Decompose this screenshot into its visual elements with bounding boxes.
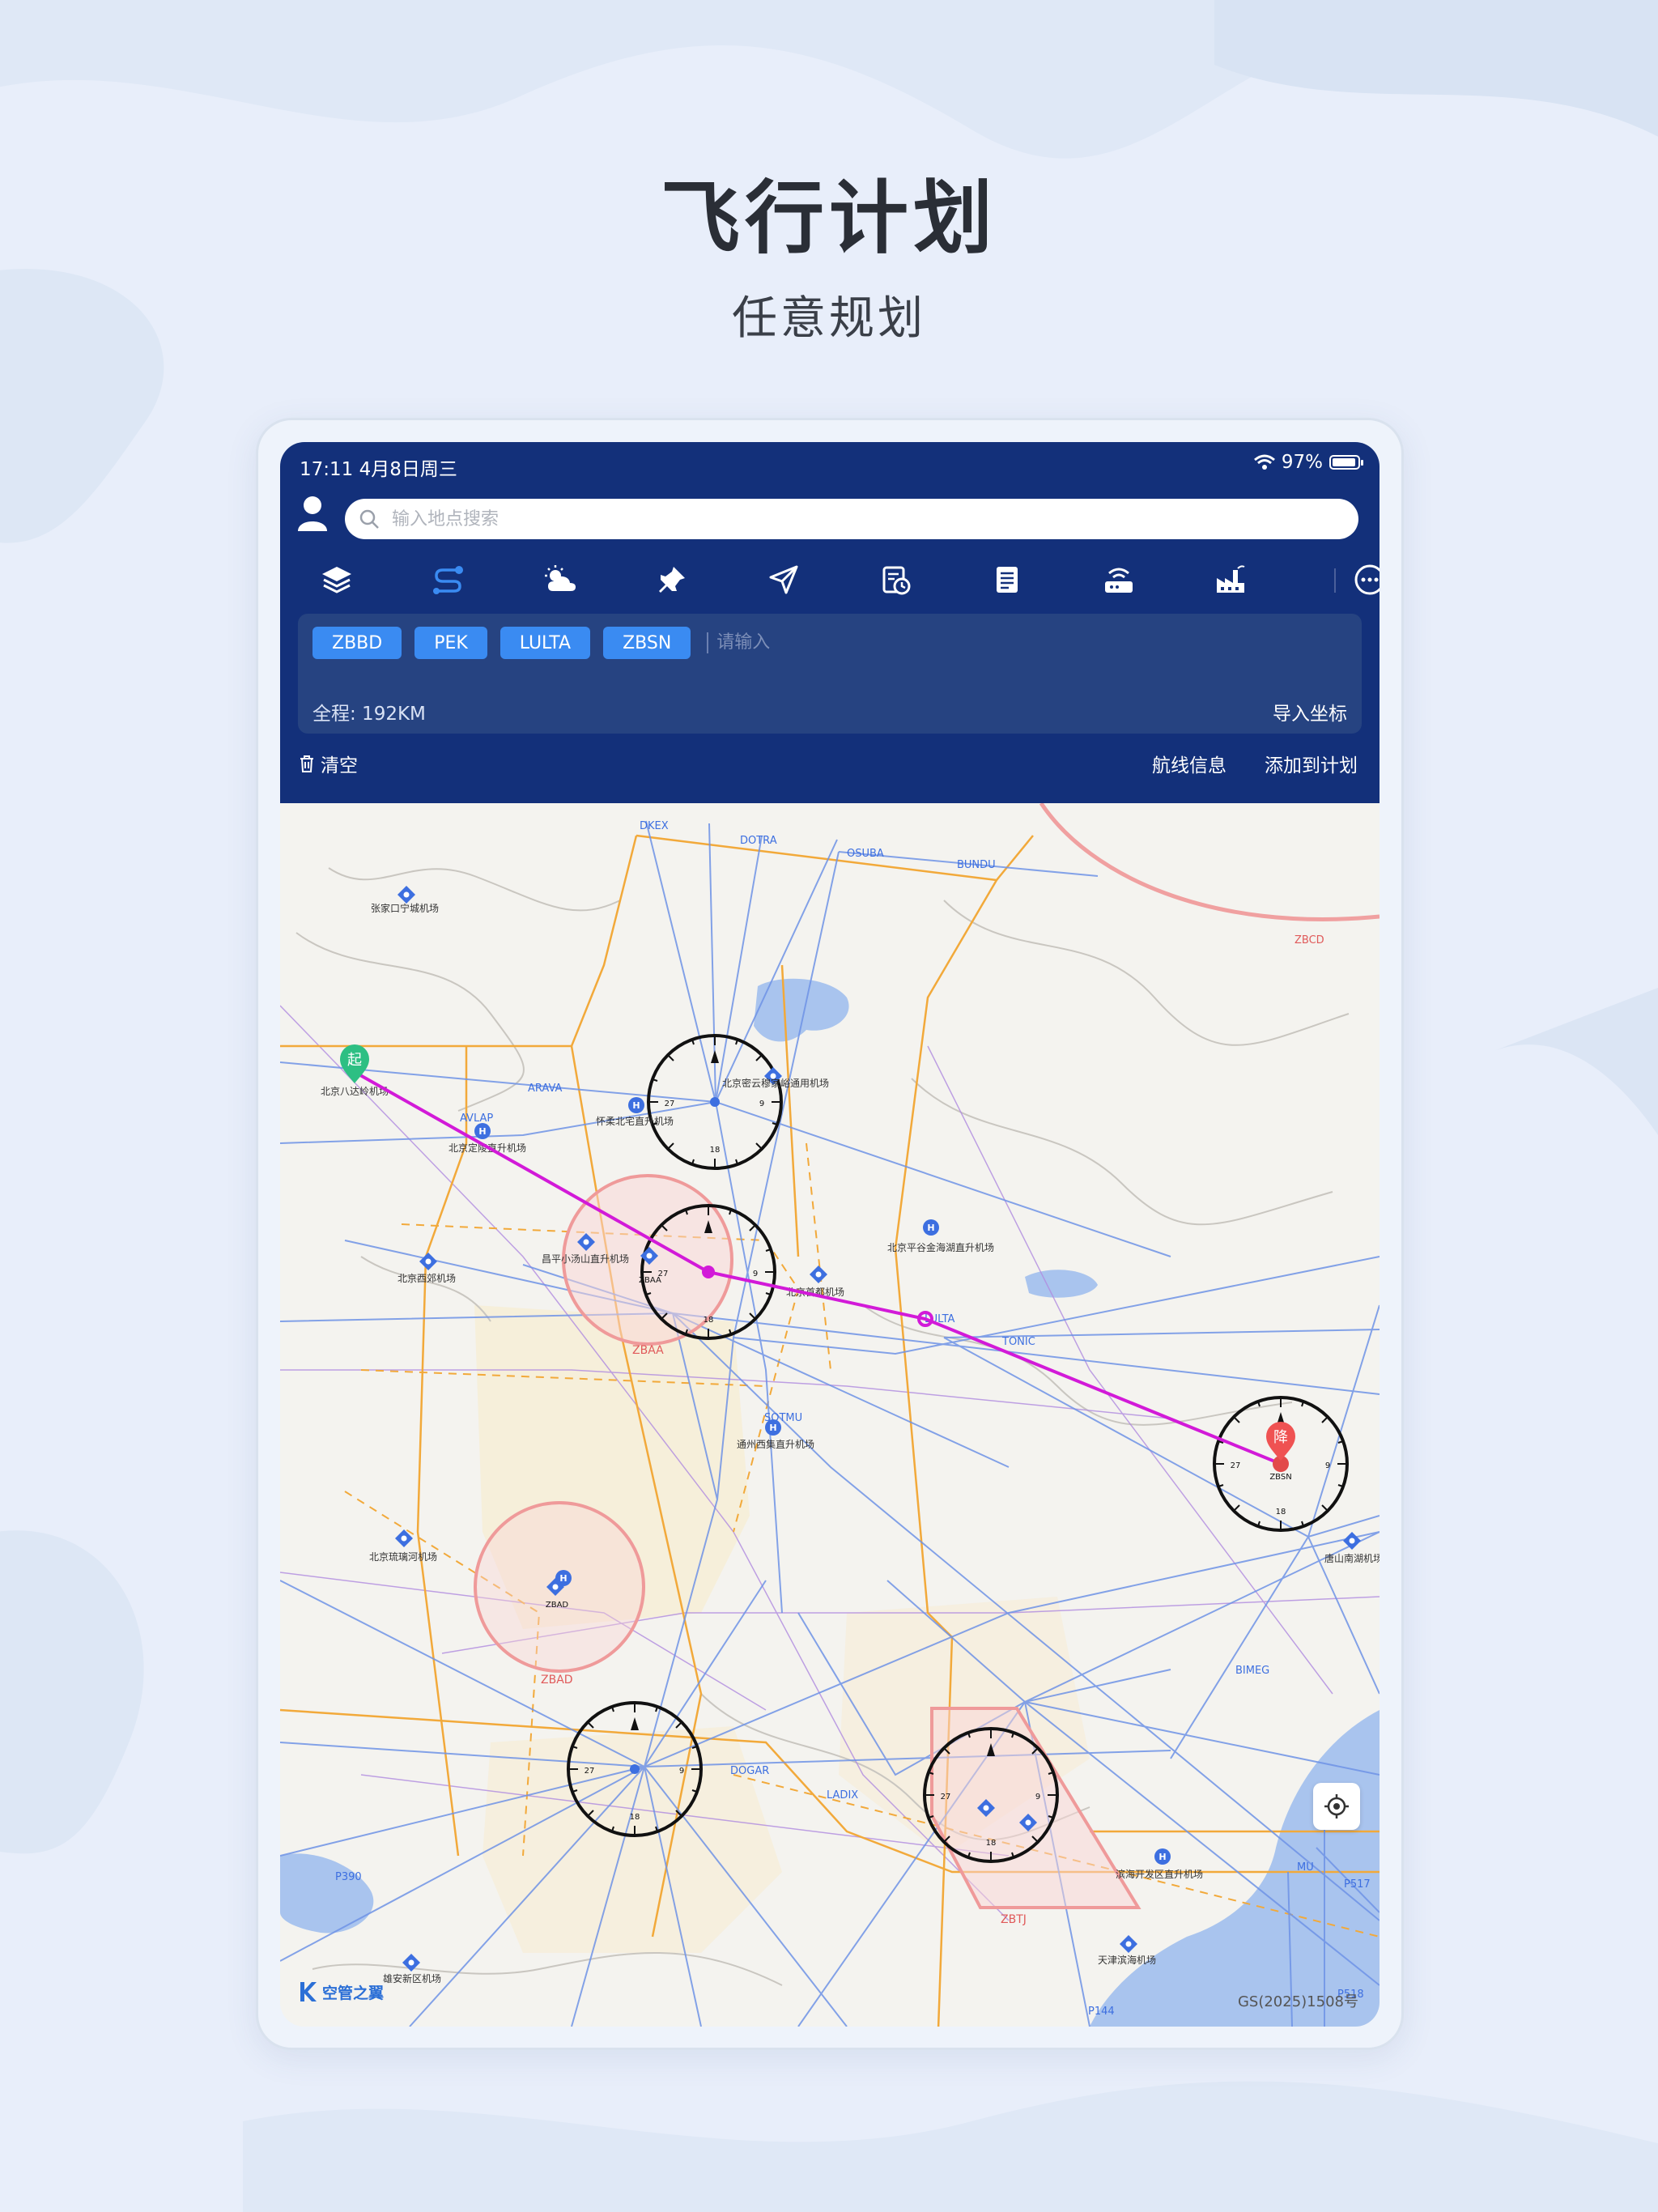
import-coordinates-button[interactable]: 导入坐标: [1273, 698, 1347, 725]
airport-label: 通州西集直升机场: [737, 1438, 814, 1450]
waypoint-label: DOGAR: [730, 1765, 769, 1777]
more-icon: [1354, 564, 1380, 595]
navigate-icon: [769, 565, 798, 594]
facility-button[interactable]: [1206, 555, 1255, 604]
clear-button[interactable]: 清空: [298, 750, 358, 777]
battery-percent: 97%: [1281, 452, 1323, 473]
brand-logo: 空管之翼: [298, 1980, 384, 2003]
map-view[interactable]: H 9 27 18: [280, 803, 1380, 2027]
route-editor: ZBBD PEK LULTA ZBSN 请输入 全程: 192KM 导入坐标: [298, 614, 1362, 734]
toolbar-separator: [1334, 568, 1336, 593]
app-screen: 17:11 4月8日周三 97% 输入地点搜索 ZBBD PEK LULTA Z…: [280, 442, 1380, 2027]
waypoint-chip[interactable]: ZBBD: [312, 627, 402, 659]
crosshair-icon: [1324, 1794, 1349, 1819]
add-to-plan-button[interactable]: 添加到计划: [1265, 750, 1358, 777]
zone-label: ZBAA: [632, 1344, 664, 1357]
waypoint-label: MU: [1297, 1861, 1314, 1874]
schedule-button[interactable]: [871, 555, 920, 604]
waypoint-label: DKEX: [640, 820, 669, 832]
airport-label: 张家口宁城机场: [371, 902, 439, 914]
waypoint-label: P144: [1088, 2006, 1115, 2018]
factory-icon: [1217, 565, 1245, 593]
brand-name: 空管之翼: [322, 1984, 385, 2002]
calendar-clock-icon: [882, 566, 911, 595]
route-info-button[interactable]: 航线信息: [1152, 750, 1226, 777]
waypoint-label: DOTRA: [740, 835, 777, 847]
waypoint-label: LADIX: [827, 1789, 858, 1802]
locate-me-button[interactable]: [1313, 1783, 1360, 1830]
toolbar: [312, 555, 1380, 604]
route-actions: 清空 航线信息 添加到计划: [280, 747, 1380, 787]
waypoint-label: OSUBA: [847, 848, 884, 860]
dial-code-label: ZBAA: [639, 1276, 661, 1285]
route-plan-button[interactable]: [424, 555, 473, 604]
hero-title: 飞行计划: [660, 172, 997, 265]
hero-subtitle: 任意规划: [732, 292, 926, 345]
search-icon: [359, 509, 379, 529]
search-bar[interactable]: [345, 499, 1358, 539]
wifi-icon: [1253, 454, 1275, 470]
waypoint-label: TONIC: [1001, 1336, 1035, 1348]
waypoint-label: BUNDU: [957, 859, 996, 871]
search-input[interactable]: [390, 508, 1284, 530]
waypoint-label: AVLAP: [460, 1112, 493, 1125]
clear-label: 清空: [321, 755, 358, 776]
zone-label: ZBTJ: [1001, 1913, 1027, 1926]
waypoint-chip[interactable]: PEK: [414, 627, 487, 659]
airport-label: 北京琉璃河机场: [369, 1551, 437, 1563]
waypoint-label: P517: [1344, 1878, 1371, 1891]
waypoint-chip[interactable]: ZBSN: [603, 627, 691, 659]
airport-label: 怀柔北宅直升机场: [596, 1115, 674, 1127]
more-button[interactable]: [1346, 555, 1380, 604]
dial-code-label: ZBSN: [1269, 1473, 1291, 1482]
waypoint-label: P390: [335, 1871, 362, 1883]
airport-label: 北京西郊机场: [397, 1273, 456, 1284]
waypoint-input[interactable]: 请输入: [707, 632, 770, 653]
airport-label: 北京八达岭机场: [321, 1086, 389, 1097]
router-button[interactable]: [1095, 555, 1143, 604]
weather-button[interactable]: [536, 555, 585, 604]
status-time: 17:11 4月8日周三: [300, 459, 457, 480]
waypoint-chip[interactable]: LULTA: [500, 627, 591, 659]
status-indicators: 97%: [1253, 452, 1363, 473]
document-icon: [997, 567, 1018, 593]
weather-icon: [545, 565, 576, 591]
zone-label: ZBAD: [541, 1674, 573, 1687]
zone-label: ZBCD: [1295, 934, 1324, 946]
end-badge: 降: [1273, 1429, 1288, 1446]
route-waypoint-marker[interactable]: [702, 1266, 715, 1278]
navigate-button[interactable]: [759, 555, 808, 604]
airport-label: 天津滨海机场: [1098, 1954, 1156, 1966]
airport-label: 滨海开发区直升机场: [1116, 1868, 1203, 1880]
top-panel: 17:11 4月8日周三 97% 输入地点搜索 ZBBD PEK LULTA Z…: [280, 442, 1380, 803]
pin-button[interactable]: [648, 555, 696, 604]
airport-label: 唐山南湖机场: [1324, 1552, 1380, 1564]
map-license: GS(2025)1508号: [1237, 1993, 1358, 2010]
pin-icon: [659, 567, 685, 593]
waypoint-label: BIMEG: [1235, 1665, 1269, 1677]
waypoint-label: SOTMU: [764, 1412, 802, 1424]
waypoint-chips: ZBBD PEK LULTA ZBSN 请输入: [312, 627, 770, 659]
trash-icon: [300, 755, 313, 772]
user-icon[interactable]: [296, 496, 329, 531]
layers-button[interactable]: [312, 555, 361, 604]
total-distance: 全程: 192KM: [312, 704, 426, 725]
airport-label: 北京密云穆家峪通用机场: [722, 1077, 829, 1089]
airport-label: 北京平谷金海湖直升机场: [887, 1241, 994, 1253]
route-icon: [433, 566, 463, 594]
dial-code-label: ZBAD: [546, 1601, 569, 1610]
airport-label: 雄安新区机场: [383, 1972, 441, 1984]
airport-label: 昌平小汤山直升机场: [542, 1253, 629, 1265]
start-badge: 起: [347, 1052, 362, 1069]
router-icon: [1105, 568, 1133, 593]
layers-icon: [322, 567, 351, 593]
battery-icon: [1329, 455, 1363, 470]
waypoint-label: ARAVA: [528, 1083, 563, 1095]
brand-k-icon: [300, 1982, 317, 2001]
document-button[interactable]: [983, 555, 1031, 604]
